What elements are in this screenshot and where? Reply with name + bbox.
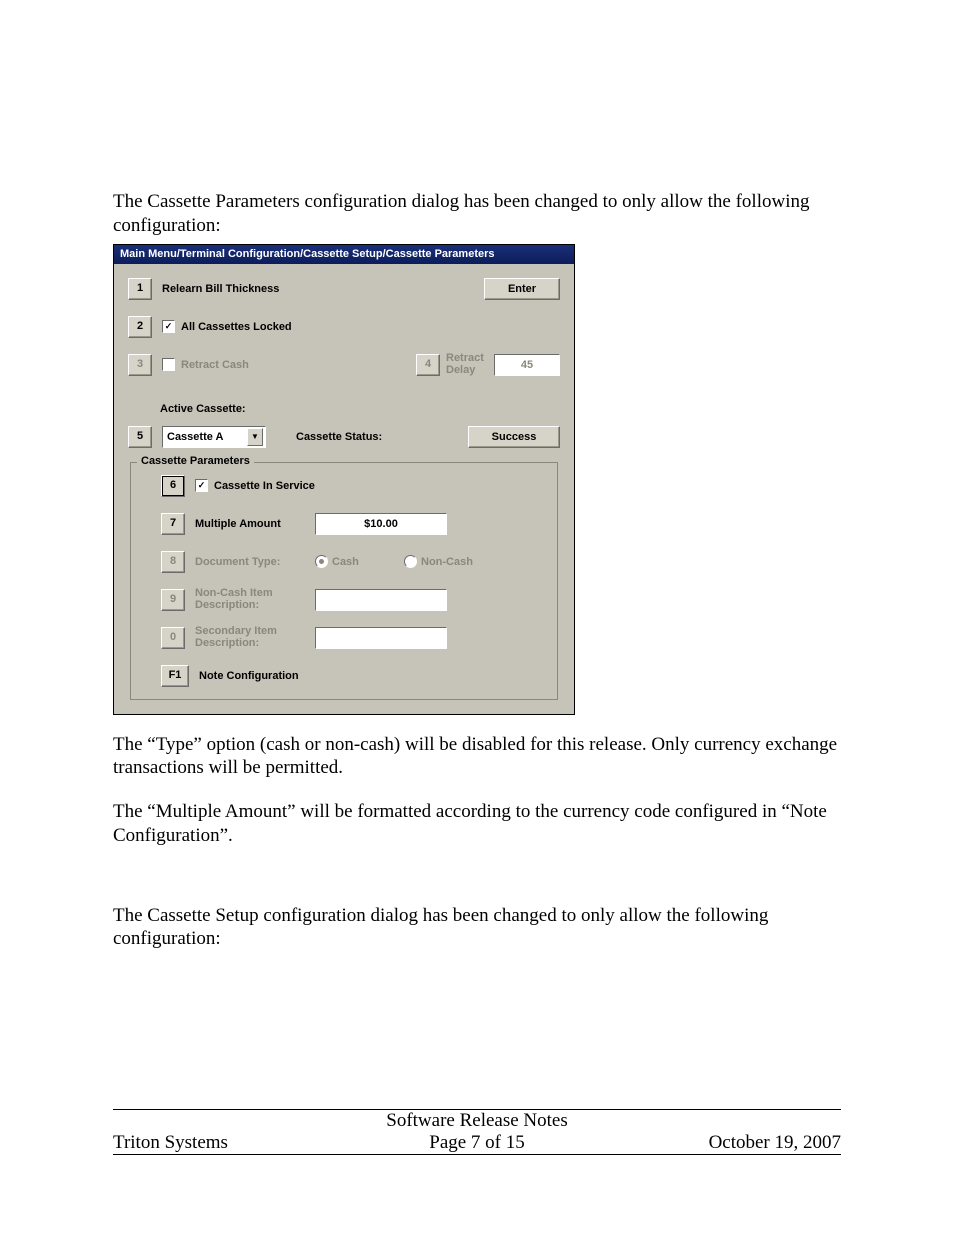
non-cash-desc-field[interactable]: [315, 589, 447, 611]
secondary-desc-label: Secondary Item Description:: [195, 626, 315, 649]
footer-right: October 19, 2007: [598, 1132, 841, 1154]
page-footer: Software Release Notes Triton Systems Pa…: [113, 1109, 841, 1155]
key-6-button[interactable]: 6: [161, 475, 185, 497]
document-page: The Cassette Parameters configuration di…: [0, 0, 954, 1235]
check-icon: ✓: [165, 322, 173, 331]
cash-radio[interactable]: [315, 555, 328, 568]
retract-cash-checkbox[interactable]: [162, 358, 175, 371]
key-8-button[interactable]: 8: [161, 551, 185, 573]
check-icon: ✓: [198, 481, 206, 490]
cassette-status-label: Cassette Status:: [296, 431, 382, 443]
non-cash-radio[interactable]: [404, 555, 417, 568]
key-1-button[interactable]: 1: [128, 278, 152, 300]
all-cassettes-locked-checkbox[interactable]: ✓: [162, 320, 175, 333]
footer-center: Page 7 of 15: [356, 1132, 599, 1154]
radio-dot-icon: [319, 559, 324, 564]
key-4-button[interactable]: 4: [416, 354, 440, 376]
multiple-amount-field[interactable]: $10.00: [315, 513, 447, 535]
multiple-amount-label: Multiple Amount: [195, 518, 315, 530]
cash-radio-label: Cash: [332, 556, 404, 568]
group-legend: Cassette Parameters: [137, 455, 254, 467]
all-cassettes-locked-label: All Cassettes Locked: [181, 321, 292, 333]
key-3-button[interactable]: 3: [128, 354, 152, 376]
footer-title: Software Release Notes: [113, 1110, 841, 1132]
key-2-button[interactable]: 2: [128, 316, 152, 338]
footer-rule-bottom: [113, 1154, 841, 1155]
active-cassette-label: Active Cassette:: [160, 403, 246, 415]
relearn-label: Relearn Bill Thickness: [162, 283, 279, 295]
retract-delay-label: Retract Delay: [446, 353, 494, 376]
key-0-button[interactable]: 0: [161, 627, 185, 649]
non-cash-radio-label: Non-Cash: [421, 556, 473, 568]
note-configuration-label: Note Configuration: [199, 670, 299, 682]
cassette-in-service-label: Cassette In Service: [214, 480, 315, 492]
body-paragraph-2a: The “Type” option (cash or non-cash) wil…: [113, 733, 841, 781]
body-paragraph-3: The Cassette Setup configuration dialog …: [113, 904, 841, 952]
chevron-down-icon: ▼: [247, 428, 263, 446]
cassette-parameters-dialog: Main Menu/Terminal Configuration/Cassett…: [113, 244, 575, 715]
secondary-desc-field[interactable]: [315, 627, 447, 649]
active-cassette-select[interactable]: Cassette A ▼: [162, 426, 266, 448]
cassette-in-service-checkbox[interactable]: ✓: [195, 479, 208, 492]
retract-delay-field[interactable]: 45: [494, 354, 560, 376]
active-cassette-value: Cassette A: [167, 431, 223, 443]
cassette-status-value: Success: [468, 426, 560, 448]
body-paragraph-2b: The “Multiple Amount” will be formatted …: [113, 800, 841, 848]
body-paragraph-1: The Cassette Parameters configuration di…: [113, 190, 841, 238]
key-f1-button[interactable]: F1: [161, 665, 189, 687]
key-9-button[interactable]: 9: [161, 589, 185, 611]
retract-cash-label: Retract Cash: [181, 359, 249, 371]
key-7-button[interactable]: 7: [161, 513, 185, 535]
enter-button[interactable]: Enter: [484, 278, 560, 300]
key-5-button[interactable]: 5: [128, 426, 152, 448]
footer-left: Triton Systems: [113, 1132, 356, 1154]
non-cash-desc-label: Non-Cash Item Description:: [195, 588, 315, 611]
dialog-title-bar: Main Menu/Terminal Configuration/Cassett…: [114, 245, 574, 264]
document-type-label: Document Type:: [195, 556, 315, 568]
cassette-parameters-group: Cassette Parameters 6 ✓ Cassette In Serv…: [130, 462, 558, 700]
